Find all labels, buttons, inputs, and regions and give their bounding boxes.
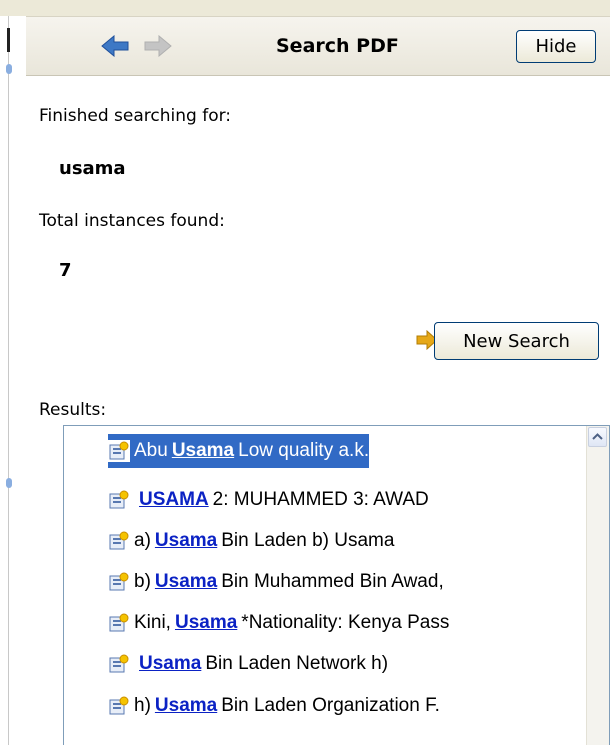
arrow-right-icon[interactable] <box>144 35 172 57</box>
result-prefix-text: b) <box>134 571 151 592</box>
search-query-value: usama <box>59 158 126 179</box>
splitter-handle-icon[interactable] <box>6 64 12 74</box>
scroll-up-button[interactable] <box>588 427 607 447</box>
host-app-marker <box>7 28 10 52</box>
result-hit-link[interactable]: Usama <box>139 653 201 675</box>
result-suffix-text: *Nationality: Kenya Pass <box>241 612 450 633</box>
result-item[interactable]: Abu Usama Low quality a.k. <box>108 434 370 468</box>
result-item[interactable]: USAMA 2: MUHAMMED 3: AWAD <box>108 483 429 517</box>
result-hit-link[interactable]: Usama <box>175 612 237 634</box>
result-prefix-text: h) <box>134 695 151 716</box>
host-app-edge <box>0 0 26 745</box>
search-toolbar: Search PDF Hide <box>26 16 610 76</box>
search-result-icon <box>109 572 129 591</box>
result-hit-link[interactable]: USAMA <box>139 489 209 511</box>
search-result-icon <box>109 531 129 550</box>
host-app-frame <box>0 16 9 745</box>
panel-top-strip <box>26 0 610 16</box>
results-list[interactable]: Abu Usama Low quality a.k. USAMA 2: MUHAMMED… <box>63 425 610 745</box>
results-scrollbar[interactable] <box>586 426 609 745</box>
toolbar-title: Search PDF <box>276 35 399 57</box>
result-item[interactable]: h) Usama Bin Laden Organization F. <box>108 689 440 723</box>
search-result-icon <box>109 613 129 632</box>
result-suffix-text: Bin Laden Organization F. <box>221 695 440 716</box>
host-app-topbar <box>0 0 26 16</box>
arrow-left-icon[interactable] <box>101 35 129 57</box>
search-result-icon <box>108 440 130 462</box>
new-search-button[interactable]: New Search <box>434 322 599 360</box>
result-hit-link[interactable]: Usama <box>155 530 217 552</box>
result-item[interactable]: Kini, Usama *Nationality: Kenya Pass <box>108 606 449 640</box>
result-prefix-text: Abu <box>134 440 168 461</box>
splitter-handle-icon[interactable] <box>6 478 12 488</box>
search-result-icon <box>109 696 129 715</box>
result-suffix-text: Bin Laden b) Usama <box>221 530 395 551</box>
search-result-icon <box>109 654 129 673</box>
search-result-icon <box>109 490 129 509</box>
hide-button[interactable]: Hide <box>516 30 596 63</box>
result-item[interactable]: a) Usama Bin Laden b) Usama <box>108 524 394 558</box>
instance-count-value: 7 <box>59 260 72 281</box>
result-suffix-text: Low quality a.k. <box>238 440 370 461</box>
results-label: Results: <box>39 400 107 420</box>
result-hit-link[interactable]: Usama <box>155 695 217 717</box>
result-prefix-text: Kini, <box>134 612 171 633</box>
result-hit-link[interactable]: Usama <box>172 440 234 462</box>
result-item[interactable]: Usama Bin Laden Network h) <box>108 647 388 681</box>
result-suffix-text: 2: MUHAMMED 3: AWAD <box>212 489 429 510</box>
result-hit-link[interactable]: Usama <box>155 571 217 593</box>
chevron-up-icon <box>592 433 603 440</box>
total-instances-label: Total instances found: <box>39 211 225 231</box>
result-suffix-text: Bin Muhammed Bin Awad, <box>221 571 444 592</box>
result-prefix-text: a) <box>134 530 151 551</box>
search-pdf-panel: Search PDF Hide Finished searching for: … <box>26 0 610 745</box>
finished-searching-label: Finished searching for: <box>39 106 232 126</box>
result-item[interactable]: b) Usama Bin Muhammed Bin Awad, <box>108 565 444 599</box>
result-suffix-text: Bin Laden Network h) <box>205 653 389 674</box>
